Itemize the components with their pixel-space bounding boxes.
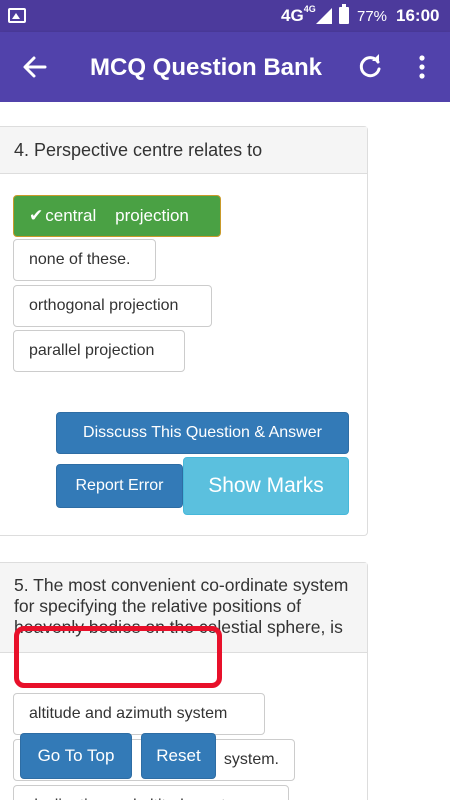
battery-icon [339, 4, 349, 24]
report-error-button[interactable]: Report Error [56, 464, 183, 508]
option-label: central projection [45, 206, 189, 225]
gallery-icon [8, 8, 26, 23]
reset-button[interactable]: Reset [141, 733, 216, 779]
option[interactable]: altitude and azimuth system [13, 693, 265, 735]
question-text: 4. Perspective centre relates to [0, 127, 367, 174]
option[interactable]: declination and altitude system [13, 785, 289, 800]
option[interactable]: parallel projection [13, 330, 185, 372]
show-marks-button[interactable]: Show Marks [183, 457, 349, 515]
signal-icon [316, 8, 332, 24]
network-indicator: 4G4G [281, 4, 316, 25]
option-selected-correct[interactable]: ✔ central projection [13, 195, 221, 237]
go-to-top-button[interactable]: Go To Top [20, 733, 132, 779]
app-bar: MCQ Question Bank [0, 32, 450, 102]
check-icon: ✔ [29, 206, 44, 225]
question-list[interactable]: 4. Perspective centre relates to ✔ centra… [0, 102, 450, 800]
clock: 16:00 [396, 6, 440, 25]
question-card: 4. Perspective centre relates to ✔ centra… [0, 126, 368, 536]
more-vertical-icon[interactable] [410, 52, 434, 82]
option[interactable]: orthogonal projection [13, 285, 212, 327]
battery-percent: 77% [357, 8, 388, 25]
floating-actions-highlight [14, 626, 222, 688]
page-title: MCQ Question Bank [90, 54, 323, 81]
arrow-left-icon[interactable] [20, 52, 50, 82]
refresh-icon[interactable] [355, 52, 385, 82]
status-bar: 4G4G 77% 16:00 [0, 0, 450, 32]
option[interactable]: none of these. [13, 239, 156, 281]
discuss-button[interactable]: Disscuss This Question & Answer [56, 412, 349, 454]
